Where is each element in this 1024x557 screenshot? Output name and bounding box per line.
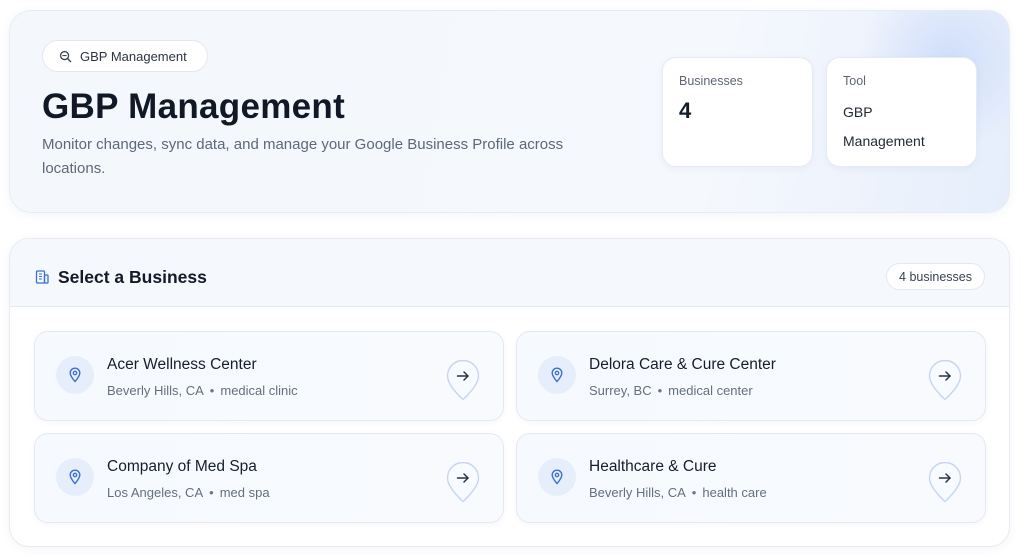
business-name: Healthcare & Cure (589, 458, 717, 475)
business-meta: Beverly Hills, CA • health care (589, 485, 767, 500)
business-card-acer-wellness-center[interactable]: Acer Wellness Center Beverly Hills, CA • m… (34, 331, 504, 421)
arrow-right-pin-icon[interactable] (445, 358, 481, 402)
business-name: Acer Wellness Center (107, 356, 257, 373)
business-card-delora-care-cure-center[interactable]: Delora Care & Cure Center Surrey, BC • med… (516, 331, 986, 421)
page-title: GBP Management (42, 87, 346, 126)
business-meta: Beverly Hills, CA • medical clinic (107, 383, 298, 398)
panel-title: Select a Business (58, 267, 207, 287)
arrow-right-pin-icon[interactable] (927, 460, 963, 504)
tool-stat-card: Tool GBP Management (826, 57, 977, 167)
business-category: medical center (668, 383, 753, 398)
building-icon (35, 270, 49, 284)
location-badge (538, 458, 576, 496)
module-pill-label: GBP Management (80, 48, 187, 64)
search-icon (59, 50, 72, 62)
business-location: Los Angeles, CA (107, 485, 204, 500)
meta-separator: • (657, 383, 663, 398)
businesses-stat-label: Businesses (679, 74, 743, 88)
panel-header: Select a Business 4 businesses (10, 239, 1009, 307)
map-pin-icon (69, 367, 81, 383)
business-category: medical clinic (220, 383, 298, 398)
business-card-healthcare-cure[interactable]: Healthcare & Cure Beverly Hills, CA • heal… (516, 433, 986, 523)
business-category: med spa (219, 485, 270, 500)
business-location: Beverly Hills, CA (589, 485, 686, 500)
business-meta: Los Angeles, CA • med spa (107, 485, 270, 500)
meta-separator: • (209, 485, 214, 500)
location-badge (538, 356, 576, 394)
map-pin-icon (551, 469, 563, 485)
business-card-company-of-med-spa[interactable]: Company of Med Spa Los Angeles, CA • med s… (34, 433, 504, 523)
business-location: Surrey, BC (589, 383, 652, 398)
tool-stat-value: GBP Management (843, 104, 925, 149)
map-pin-icon (551, 367, 563, 383)
hero-card: GBP Management GBP Management Monitor ch… (9, 10, 1010, 213)
module-pill: GBP Management (42, 40, 208, 72)
arrow-right-pin-icon[interactable] (927, 358, 963, 402)
businesses-stat-value: 4 (679, 98, 692, 123)
businesses-stat-card: Businesses 4 (662, 57, 813, 167)
location-badge (56, 458, 94, 496)
business-name: Company of Med Spa (107, 458, 257, 475)
map-pin-icon (69, 469, 81, 485)
tool-stat-label: Tool (843, 74, 866, 88)
business-count-badge: 4 businesses (886, 263, 985, 290)
select-business-panel: Select a Business 4 businesses Acer Well… (9, 238, 1010, 547)
page-subtitle: Monitor changes, sync data, and manage y… (42, 136, 564, 177)
meta-separator: • (209, 383, 215, 398)
business-meta: Surrey, BC • medical center (589, 383, 753, 398)
business-location: Beverly Hills, CA (107, 383, 204, 398)
business-category: health care (702, 485, 767, 500)
business-name: Delora Care & Cure Center (589, 356, 776, 373)
arrow-right-pin-icon[interactable] (445, 460, 481, 504)
location-badge (56, 356, 94, 394)
meta-separator: • (691, 485, 697, 500)
